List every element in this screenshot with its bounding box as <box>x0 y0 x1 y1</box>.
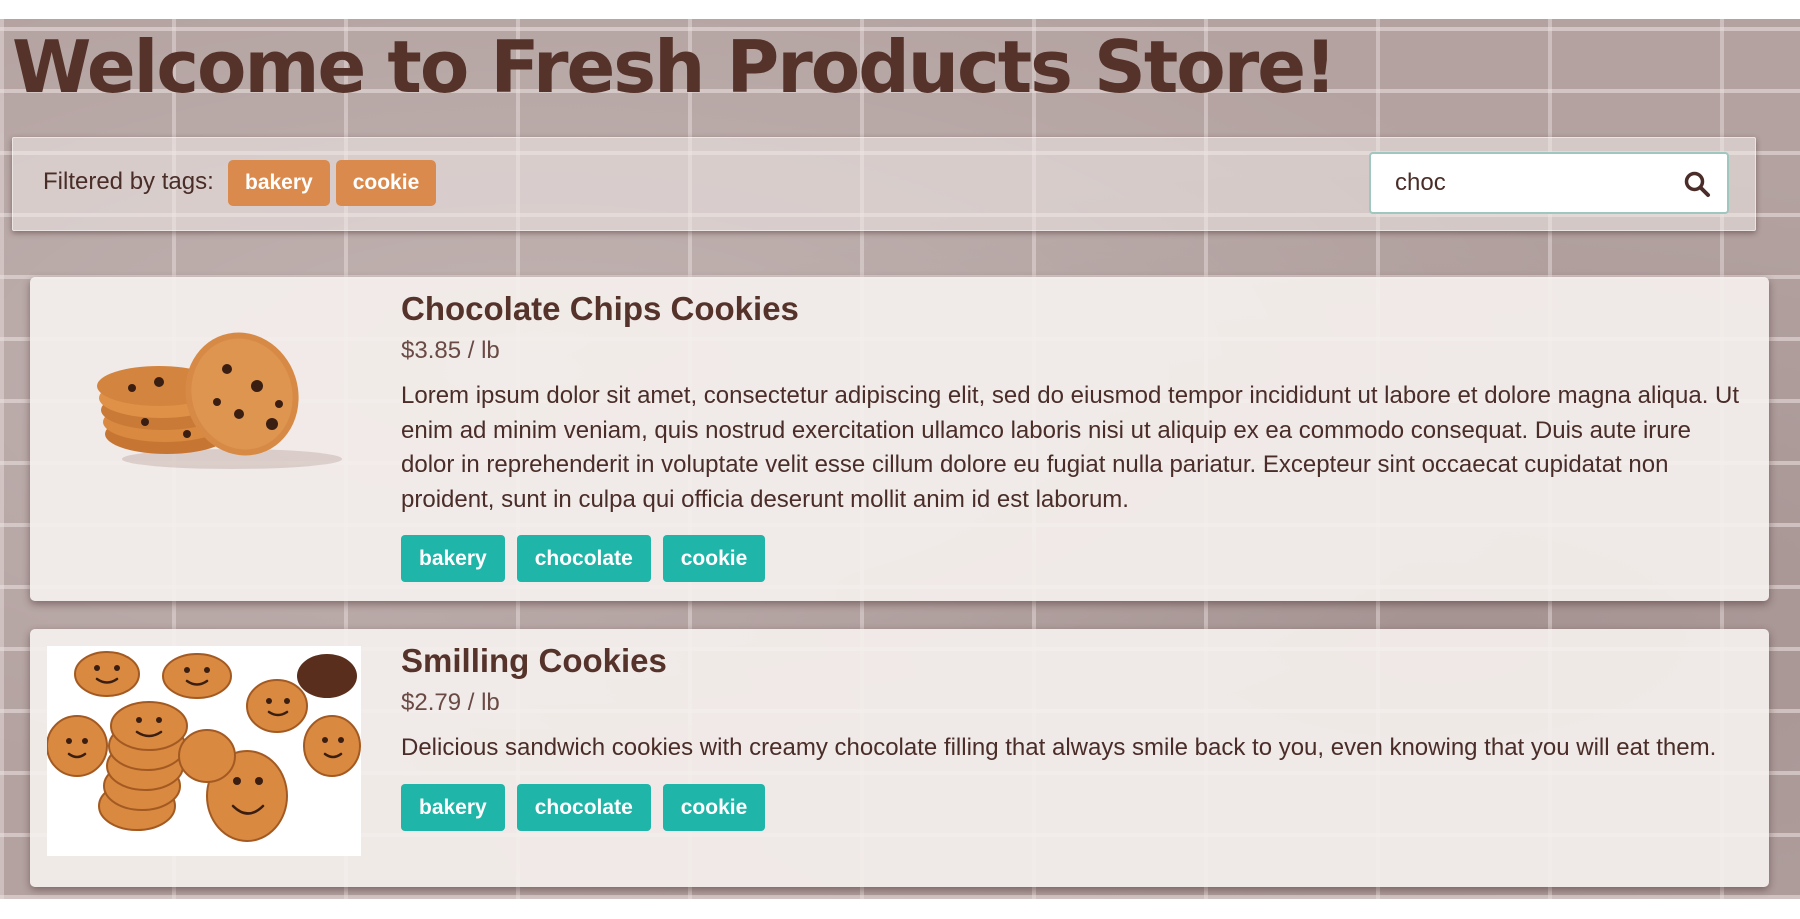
product-price: $3.85 / lb <box>401 337 500 364</box>
product-image-chocolate-chip-cookies <box>47 294 361 504</box>
search-icon[interactable] <box>1683 170 1711 198</box>
active-tag-cookie[interactable]: cookie <box>335 160 437 206</box>
product-card[interactable]: Chocolate Chips Cookies $3.85 / lb Lorem… <box>30 277 1769 601</box>
product-tag-bakery[interactable]: bakery <box>401 535 505 582</box>
cookie-stack-illustration <box>97 332 342 469</box>
app-viewport: Welcome to Fresh Products Store! Filtere… <box>0 19 1800 899</box>
page-title: Welcome to Fresh Products Store! <box>12 25 1337 109</box>
product-tag-chocolate[interactable]: chocolate <box>516 535 651 582</box>
product-tag-chocolate[interactable]: chocolate <box>516 783 651 831</box>
filter-label: Filtered by tags: <box>43 168 214 195</box>
product-info: Smilling Cookies $2.79 / lb Delicious sa… <box>401 639 1749 831</box>
active-tag-list: bakery cookie <box>228 160 437 206</box>
filter-bar: Filtered by tags: bakery cookie <box>12 137 1756 231</box>
active-tag-bakery[interactable]: bakery <box>228 160 330 206</box>
product-card[interactable]: Smilling Cookies $2.79 / lb Delicious sa… <box>30 629 1769 887</box>
product-description: Lorem ipsum dolor sit amet, consectetur … <box>401 382 1740 513</box>
product-tag-list: bakery chocolate cookie <box>401 783 1749 831</box>
search-box <box>1369 152 1729 214</box>
product-tag-list: bakery chocolate cookie <box>401 535 1749 582</box>
product-price: $2.79 / lb <box>401 689 500 716</box>
product-info: Chocolate Chips Cookies $3.85 / lb Lorem… <box>401 287 1749 582</box>
product-tag-cookie[interactable]: cookie <box>662 783 766 831</box>
search-input[interactable] <box>1371 154 1671 212</box>
product-name[interactable]: Chocolate Chips Cookies <box>401 287 1749 331</box>
smiling-cookies-illustration <box>47 646 361 856</box>
product-tag-cookie[interactable]: cookie <box>662 535 766 582</box>
product-tag-bakery[interactable]: bakery <box>401 783 505 831</box>
product-description: Delicious sandwich cookies with creamy c… <box>401 734 1717 761</box>
product-name[interactable]: Smilling Cookies <box>401 639 1749 683</box>
product-image-smilling-cookies <box>47 646 361 856</box>
